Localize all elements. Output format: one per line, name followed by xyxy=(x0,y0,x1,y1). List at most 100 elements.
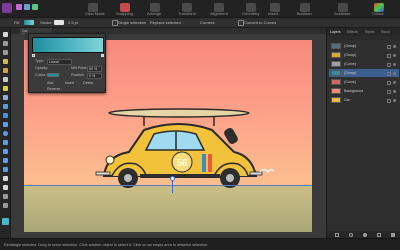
layer-thumbnail xyxy=(331,52,341,58)
layer-thumbnail xyxy=(331,61,341,67)
layer-row[interactable]: (Curve) xyxy=(329,60,399,68)
delete-stop-button[interactable]: Delete xyxy=(83,81,93,85)
layer-thumbnail xyxy=(331,88,341,94)
visibility-icon[interactable] xyxy=(393,71,396,75)
persona-designer[interactable] xyxy=(16,4,22,10)
text-tool-icon[interactable] xyxy=(3,176,8,181)
fill-swatch[interactable] xyxy=(24,20,34,25)
geometry-label: Geometry xyxy=(242,11,260,16)
insert-stop-button[interactable]: Insert xyxy=(65,81,74,85)
layer-row[interactable]: (Curve) xyxy=(329,78,399,86)
visibility-icon[interactable] xyxy=(393,89,396,93)
gradient-stop-end[interactable] xyxy=(101,54,104,57)
reverse-button[interactable]: Reverse xyxy=(47,87,60,91)
frame-text-tool-icon[interactable] xyxy=(3,185,8,190)
add-layer-icon[interactable] xyxy=(335,232,339,237)
corner-tool-icon[interactable] xyxy=(3,50,8,55)
group-icon[interactable] xyxy=(377,232,381,237)
layer-row[interactable]: (Group) xyxy=(329,42,399,50)
lock-icon[interactable] xyxy=(386,89,391,94)
gradient-stop-start[interactable] xyxy=(32,54,35,57)
car-number: 56 xyxy=(176,158,188,169)
hand-tool-icon[interactable] xyxy=(3,203,8,208)
transform-label: Transform xyxy=(178,11,197,16)
colour-label: Colour xyxy=(372,11,384,16)
pen-tool-icon[interactable] xyxy=(3,59,8,64)
arrange-label: Arrange xyxy=(147,11,162,16)
replace-selected-label[interactable]: Replace selected xyxy=(150,20,181,25)
colour-swatch[interactable] xyxy=(47,72,59,77)
visibility-icon[interactable] xyxy=(393,44,396,48)
layer-name: (Group) xyxy=(344,71,357,75)
layer-name: (Group) xyxy=(344,53,357,57)
app-toolbar: View Mode Snapping Arrange Transform Ali… xyxy=(0,0,400,18)
persona-export[interactable] xyxy=(32,4,38,10)
tab-layers[interactable]: Layers xyxy=(330,30,341,34)
lock-icon[interactable] xyxy=(386,62,391,67)
mask-icon[interactable] xyxy=(349,232,353,237)
status-bar: Rectangle selected. Drag to move selecti… xyxy=(0,238,400,250)
single-selection-label: Single selection xyxy=(118,20,147,25)
crop-tool-icon[interactable] xyxy=(3,104,8,109)
layer-row[interactable]: (Group) xyxy=(329,51,399,59)
node-tool-icon[interactable] xyxy=(3,41,8,46)
move-tool-icon[interactable] xyxy=(3,32,8,37)
tab-stock[interactable]: Stock xyxy=(381,30,390,34)
layer-row-selected[interactable]: (Group) xyxy=(329,69,399,77)
delete-layer-icon[interactable] xyxy=(391,232,395,237)
layer-name: (Curve) xyxy=(344,80,356,84)
shape-tool-icon[interactable] xyxy=(3,167,8,172)
lock-icon[interactable] xyxy=(386,98,391,103)
visibility-icon[interactable] xyxy=(393,53,396,57)
persona-pixel[interactable] xyxy=(24,4,30,10)
visibility-icon[interactable] xyxy=(393,62,396,66)
rear-hubcap xyxy=(226,174,234,182)
layer-row[interactable]: Background xyxy=(329,87,399,95)
convert-to-curves-label[interactable]: Convert to Curves xyxy=(244,20,276,25)
opacity-label: Opacity: xyxy=(35,66,49,70)
gradient-dialog: Type: Linear Opacity: Colour: Mid Point:… xyxy=(28,33,106,93)
fill-tool-icon[interactable] xyxy=(3,86,8,91)
gradient-preview[interactable] xyxy=(32,37,104,53)
car-window xyxy=(144,130,206,151)
rounded-rect-tool-icon[interactable] xyxy=(3,140,8,145)
gradient-type-select[interactable]: Linear xyxy=(47,58,72,65)
layer-thumbnail xyxy=(331,79,341,85)
lock-icon[interactable] xyxy=(386,44,391,49)
assistant-label: Assistant xyxy=(334,11,351,16)
layer-name: (Group) xyxy=(344,44,357,48)
ellipse-tool-icon[interactable] xyxy=(3,131,8,136)
visibility-icon[interactable] xyxy=(393,98,396,102)
gradient-line xyxy=(172,181,173,193)
context-toolbar: Fill: Stroke: 0.5 pt Single selection Re… xyxy=(0,18,400,28)
layer-thumbnail xyxy=(331,97,341,103)
add-stop-button[interactable]: Add xyxy=(47,81,53,85)
lock-icon[interactable] xyxy=(386,53,391,58)
app-logo[interactable] xyxy=(2,3,12,13)
front-bumper xyxy=(95,171,111,176)
corners-label: Corners: xyxy=(200,20,216,25)
mid-point-field[interactable]: 50 % xyxy=(87,65,102,72)
star-tool-icon[interactable] xyxy=(3,158,8,163)
stroke-width-value[interactable]: 0.5 pt xyxy=(68,20,78,25)
snapping-label: Snapping xyxy=(116,11,133,16)
transparency-tool-icon[interactable] xyxy=(3,95,8,100)
lock-icon[interactable] xyxy=(386,80,391,85)
lock-icon[interactable] xyxy=(386,71,391,76)
adjustment-icon[interactable] xyxy=(363,232,367,237)
brush-tool-icon[interactable] xyxy=(3,77,8,82)
fill-colour-well[interactable] xyxy=(2,218,9,225)
layer-row[interactable]: Car xyxy=(329,96,399,104)
tab-effects[interactable]: Effects xyxy=(347,30,358,34)
zoom-tool-icon[interactable] xyxy=(3,194,8,199)
position-field[interactable]: 0 % xyxy=(87,72,102,79)
right-panel: Layers Effects Styles Stock (Group) (Gro… xyxy=(326,28,400,238)
stroke-swatch[interactable] xyxy=(54,20,64,25)
pencil-tool-icon[interactable] xyxy=(3,68,8,73)
surfboard xyxy=(108,108,250,118)
tab-styles[interactable]: Styles xyxy=(365,30,375,34)
visibility-icon[interactable] xyxy=(393,80,396,84)
rectangle-tool-icon[interactable] xyxy=(3,122,8,127)
place-tool-icon[interactable] xyxy=(3,113,8,118)
triangle-tool-icon[interactable] xyxy=(3,149,8,154)
